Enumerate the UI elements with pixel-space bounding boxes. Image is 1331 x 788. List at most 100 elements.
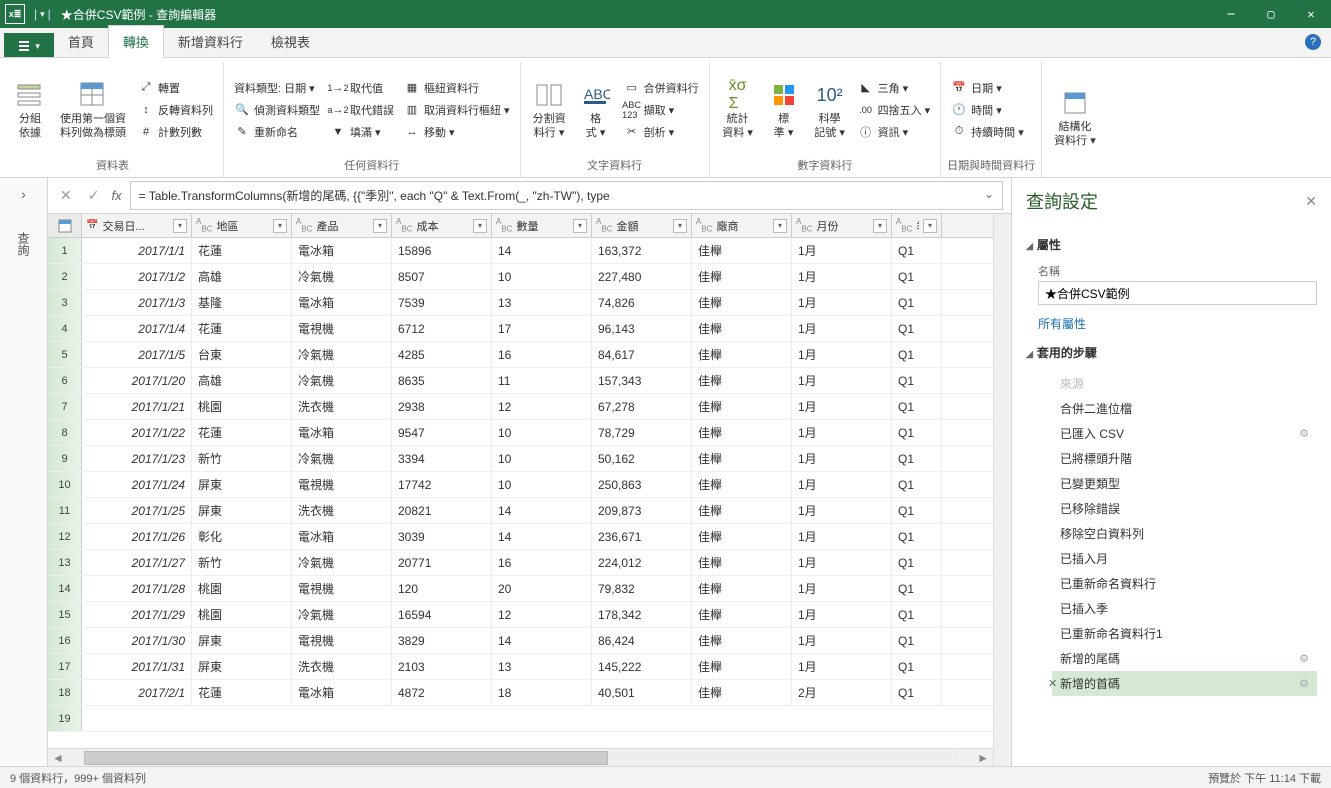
group-by-button[interactable]: 分組 依據 <box>8 64 52 155</box>
cell[interactable]: 2017/1/28 <box>82 576 192 601</box>
cell[interactable]: 佳櫸 <box>692 576 792 601</box>
cell[interactable]: 1月 <box>792 498 892 523</box>
applied-step[interactable]: 新增的尾碼⚙ <box>1052 646 1317 671</box>
cell[interactable]: 15896 <box>392 238 492 263</box>
row-header[interactable]: 2 <box>48 264 82 289</box>
cell[interactable]: 2017/1/23 <box>82 446 192 471</box>
cell[interactable]: Q1 <box>892 524 942 549</box>
table-row[interactable]: 122017/1/26彰化電冰箱303914236,671佳櫸1月Q1 <box>48 524 993 550</box>
grid-body[interactable]: 12017/1/1花蓮電冰箱1589614163,372佳櫸1月Q122017/… <box>48 238 993 748</box>
applied-step[interactable]: 已移除錯誤 <box>1052 496 1317 521</box>
filter-dropdown-icon[interactable]: ▾ <box>473 219 487 233</box>
row-header[interactable]: 9 <box>48 446 82 471</box>
qat-dropdown-icon[interactable]: ▾ <box>40 9 45 20</box>
row-header[interactable]: 19 <box>48 706 82 731</box>
cell[interactable]: 佳櫸 <box>692 368 792 393</box>
duration-button[interactable]: ⏱持續時間 ▾ <box>947 122 1028 142</box>
cell[interactable]: Q1 <box>892 550 942 575</box>
reverse-rows-button[interactable]: ↕反轉資料列 <box>134 100 217 120</box>
cell[interactable]: 1月 <box>792 524 892 549</box>
applied-step[interactable]: 已匯入 CSV⚙ <box>1052 421 1317 446</box>
cell[interactable]: 1月 <box>792 654 892 679</box>
cell[interactable]: 1月 <box>792 368 892 393</box>
cell[interactable]: 13 <box>492 290 592 315</box>
cell[interactable]: 16594 <box>392 602 492 627</box>
row-header[interactable]: 7 <box>48 394 82 419</box>
replace-errors-button[interactable]: a→2取代錯誤 <box>326 100 398 120</box>
cell[interactable]: 2103 <box>392 654 492 679</box>
extract-button[interactable]: ABC123擷取 ▾ <box>620 100 703 120</box>
close-button[interactable]: ✕ <box>1291 2 1331 26</box>
format-button[interactable]: ABC 格 式 ▾ <box>574 64 618 155</box>
table-row[interactable]: 82017/1/22花蓮電冰箱95471078,729佳櫸1月Q1 <box>48 420 993 446</box>
row-header[interactable]: 1 <box>48 238 82 263</box>
applied-step[interactable]: 已重新命名資料行1 <box>1052 621 1317 646</box>
cell[interactable]: 2017/1/24 <box>82 472 192 497</box>
cell[interactable]: 2017/1/2 <box>82 264 192 289</box>
row-header[interactable]: 4 <box>48 316 82 341</box>
replace-values-button[interactable]: 1→2取代值 <box>326 78 398 98</box>
cell[interactable]: 78,729 <box>592 420 692 445</box>
filter-dropdown-icon[interactable]: ▾ <box>923 219 937 233</box>
cell[interactable]: 224,012 <box>592 550 692 575</box>
cell[interactable]: Q1 <box>892 628 942 653</box>
date-button[interactable]: 📅日期 ▾ <box>947 78 1028 98</box>
delete-step-icon[interactable]: ✕ <box>1048 677 1057 690</box>
cell[interactable]: 163,372 <box>592 238 692 263</box>
cell[interactable]: 17 <box>492 316 592 341</box>
cell[interactable]: Q1 <box>892 576 942 601</box>
cell[interactable]: Q1 <box>892 342 942 367</box>
column-header-0[interactable]: 📅交易日...▾ <box>82 214 192 237</box>
cell[interactable]: 6712 <box>392 316 492 341</box>
cell[interactable]: 12 <box>492 602 592 627</box>
cell[interactable]: 高雄 <box>192 264 292 289</box>
cell[interactable]: 冷氣機 <box>292 264 392 289</box>
cell[interactable]: 1月 <box>792 394 892 419</box>
cell[interactable]: 佳櫸 <box>692 498 792 523</box>
table-row[interactable]: 72017/1/21桃園洗衣機29381267,278佳櫸1月Q1 <box>48 394 993 420</box>
applied-step[interactable]: ✕新增的首碼⚙ <box>1052 671 1317 696</box>
tab-view[interactable]: 檢視表 <box>257 26 324 57</box>
detect-type-button[interactable]: 🔍偵測資料類型 <box>230 100 324 120</box>
cell[interactable]: 2月 <box>792 680 892 705</box>
cell[interactable]: 新竹 <box>192 446 292 471</box>
cell[interactable]: 1月 <box>792 550 892 575</box>
cell[interactable]: Q1 <box>892 498 942 523</box>
rename-button[interactable]: ✎重新命名 <box>230 122 324 142</box>
cell[interactable]: 電冰箱 <box>292 290 392 315</box>
cell[interactable]: 佳櫸 <box>692 654 792 679</box>
cell[interactable]: Q1 <box>892 472 942 497</box>
tab-home[interactable]: 首頁 <box>54 26 108 57</box>
column-header-5[interactable]: ABC金額▾ <box>592 214 692 237</box>
applied-step[interactable]: 已重新命名資料行 <box>1052 571 1317 596</box>
cell[interactable]: 40,501 <box>592 680 692 705</box>
table-row[interactable]: 52017/1/5台東冷氣機42851684,617佳櫸1月Q1 <box>48 342 993 368</box>
filter-dropdown-icon[interactable]: ▾ <box>573 219 587 233</box>
cell[interactable]: Q1 <box>892 290 942 315</box>
tab-add-column[interactable]: 新增資料行 <box>164 26 257 57</box>
column-header-6[interactable]: ABC廠商▾ <box>692 214 792 237</box>
row-header[interactable]: 10 <box>48 472 82 497</box>
cell[interactable]: 10 <box>492 472 592 497</box>
cell[interactable]: 桃園 <box>192 576 292 601</box>
cell[interactable]: 20771 <box>392 550 492 575</box>
cell[interactable]: 2017/2/1 <box>82 680 192 705</box>
cell[interactable]: 洗衣機 <box>292 394 392 419</box>
cell[interactable]: 屏東 <box>192 498 292 523</box>
cell[interactable]: 佳櫸 <box>692 628 792 653</box>
cell[interactable]: Q1 <box>892 446 942 471</box>
filter-dropdown-icon[interactable]: ▾ <box>773 219 787 233</box>
cell[interactable]: 2017/1/25 <box>82 498 192 523</box>
table-row[interactable]: 152017/1/29桃園冷氣機1659412178,342佳櫸1月Q1 <box>48 602 993 628</box>
cell[interactable]: 佳櫸 <box>692 602 792 627</box>
cell[interactable]: 電冰箱 <box>292 238 392 263</box>
cell[interactable]: Q1 <box>892 602 942 627</box>
cell[interactable]: 236,671 <box>592 524 692 549</box>
cell[interactable]: 18 <box>492 680 592 705</box>
column-header-2[interactable]: ABC產品▾ <box>292 214 392 237</box>
cell[interactable]: 2017/1/3 <box>82 290 192 315</box>
cell[interactable]: 145,222 <box>592 654 692 679</box>
applied-step[interactable]: 已插入季 <box>1052 596 1317 621</box>
cell[interactable]: 佳櫸 <box>692 680 792 705</box>
cell[interactable]: 1月 <box>792 602 892 627</box>
